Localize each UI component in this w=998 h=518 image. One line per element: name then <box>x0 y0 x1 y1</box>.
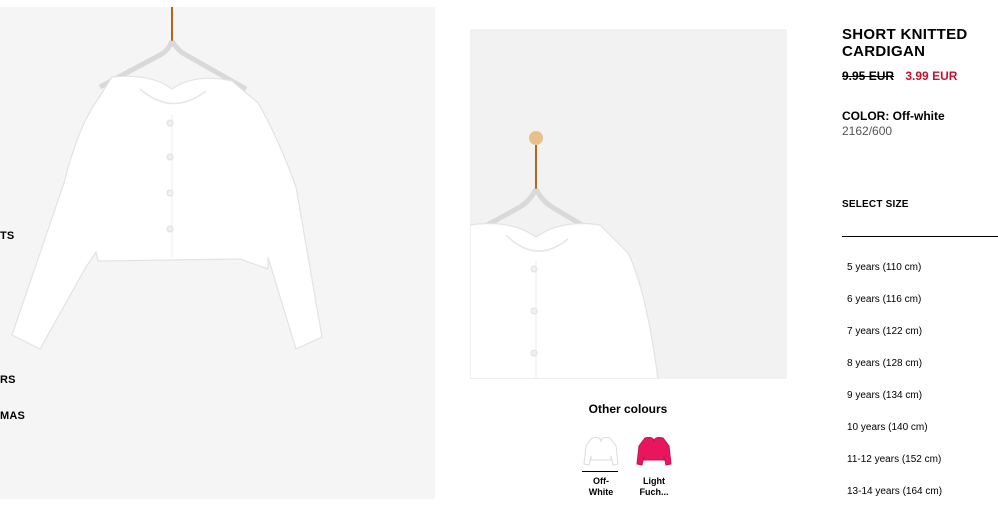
price-block: 9.95 EUR 3.99 EUR <box>842 69 998 83</box>
color-label: COLOR: Off-white <box>842 109 945 123</box>
size-option[interactable]: 11-12 years (152 cm) <box>847 454 942 486</box>
swatch-label: Off- White <box>588 476 614 497</box>
product-info: SHORT KNITTED CARDIGAN 9.95 EUR 3.99 EUR… <box>842 26 998 138</box>
size-option[interactable]: 6 years (116 cm) <box>847 294 942 326</box>
fuchsia-cardigan-icon <box>635 430 673 470</box>
cardigan-image-icon <box>11 7 323 350</box>
side-navigation: TS RS MAS <box>0 0 60 499</box>
size-option[interactable]: 7 years (122 cm) <box>847 326 942 358</box>
product-title: SHORT KNITTED CARDIGAN <box>842 26 968 60</box>
main-product-image[interactable] <box>0 7 435 499</box>
nav-item-3[interactable]: MAS <box>0 410 25 422</box>
size-option[interactable]: 13-14 years (164 cm) <box>847 486 942 518</box>
other-colours-heading: Other colours <box>588 402 668 416</box>
cardigan-thumbnail-icon <box>470 131 659 379</box>
old-price: 9.95 EUR <box>842 69 895 83</box>
colour-swatch-light-fuchsia[interactable]: Light Fuch... <box>635 430 673 498</box>
size-option[interactable]: 10 years (140 cm) <box>847 422 942 454</box>
sale-price: 3.99 EUR <box>905 69 958 83</box>
size-option[interactable]: 9 years (134 cm) <box>847 390 942 422</box>
nav-item-1[interactable]: TS <box>0 230 14 242</box>
swatch-label: Light Fuch... <box>639 476 669 497</box>
size-divider <box>842 236 998 237</box>
size-option[interactable]: 5 years (110 cm) <box>847 262 942 294</box>
off-white-cardigan-icon <box>582 430 620 470</box>
selected-underline <box>582 471 618 472</box>
colour-swatch-off-white[interactable]: Off- White <box>582 430 620 498</box>
size-option[interactable]: 8 years (128 cm) <box>847 358 942 390</box>
product-thumbnail[interactable] <box>470 29 787 379</box>
product-reference: 2162/600 <box>842 124 893 138</box>
size-list: 5 years (110 cm) 6 years (116 cm) 7 year… <box>847 262 942 518</box>
nav-item-2[interactable]: RS <box>0 374 16 386</box>
select-size-label: SELECT SIZE <box>842 199 909 210</box>
